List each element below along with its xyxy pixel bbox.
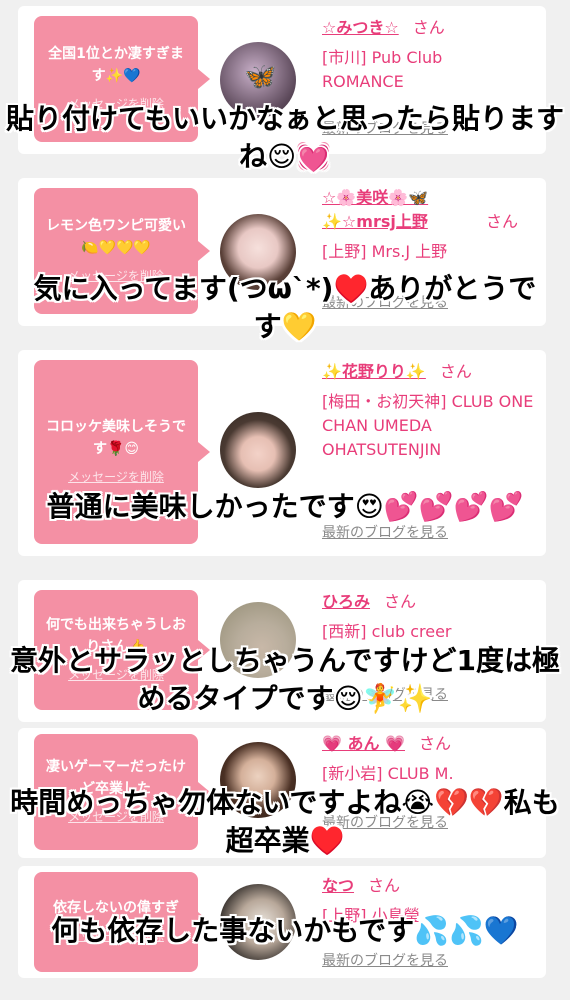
shop-name: [市川] Pub Club ROMANCE	[322, 48, 443, 91]
host-name-link[interactable]: ☆みつき☆	[322, 18, 399, 37]
caption-overlay: 時間めっちゃ勿体ないですよね😭💔💔私も超卒業♥️	[10, 786, 560, 857]
host-name-link[interactable]: ☆🌸美咲🌸🦋✨☆mrsj上野	[322, 186, 472, 234]
shop-name: [梅田・お初天神] CLUB ONE CHAN UMEDA OHATSUTENJ…	[322, 392, 534, 459]
message-text: 全国1位とか凄すぎます✨💙	[48, 46, 184, 84]
host-info: ☆🌸美咲🌸🦋✨☆mrsj上野 さん [上野] Mrs.J 上野	[322, 186, 538, 264]
honorific: さん	[384, 592, 417, 611]
honorific: さん	[419, 734, 452, 753]
honorific: さん	[439, 362, 472, 381]
message-text: レモン色ワンピ可愛い🍋💛💛💛	[46, 218, 186, 256]
host-name-link[interactable]: 💗 あん 💗	[322, 734, 405, 753]
host-name-link[interactable]: ✨花野りり✨	[322, 362, 426, 381]
caption-overlay: 意外とサラッとしちゃうんですけど1度は極めるタイプです😌🧚✨	[9, 644, 561, 715]
delete-message-link[interactable]: メッセージを削除	[68, 466, 164, 488]
host-info: ☆みつき☆ さん [市川] Pub Club ROMANCE	[322, 16, 538, 94]
host-info: ひろみ さん [西新] club creer	[322, 590, 538, 644]
shop-name: [上野] Mrs.J 上野	[322, 242, 448, 261]
caption-overlay: 何も依存した事ないかもです💦💦💙	[51, 914, 519, 947]
latest-blog-link[interactable]: 最新のブログを見る	[322, 950, 448, 970]
caption-overlay: 普通に美味しかったです😍💕💕💕💕	[46, 490, 524, 523]
shop-name: [西新] club creer	[322, 622, 452, 641]
host-name-link[interactable]: ひろみ	[322, 592, 370, 611]
butterfly-icon: 🦋	[244, 62, 277, 92]
shop-name: [新小岩] CLUB M.	[322, 764, 454, 783]
caption-overlay: 気に入ってます(つω`*)♥️ありがとうです💛	[33, 272, 537, 343]
honorific: さん	[486, 212, 519, 231]
caption-overlay: 貼り付けてもいいかなぁと思ったら貼りますね😌💓	[5, 102, 565, 173]
honorific: さん	[412, 18, 445, 37]
host-info: ✨花野りり✨ さん [梅田・お初天神] CLUB ONE CHAN UMEDA O…	[322, 360, 538, 462]
avatar[interactable]	[220, 412, 296, 488]
host-info: 💗 あん 💗 さん [新小岩] CLUB M.	[322, 732, 538, 786]
honorific: さん	[368, 876, 401, 895]
message-text: コロッケ美味しそうです🌹😊	[46, 419, 186, 457]
host-name-link[interactable]: なつ	[322, 876, 354, 895]
